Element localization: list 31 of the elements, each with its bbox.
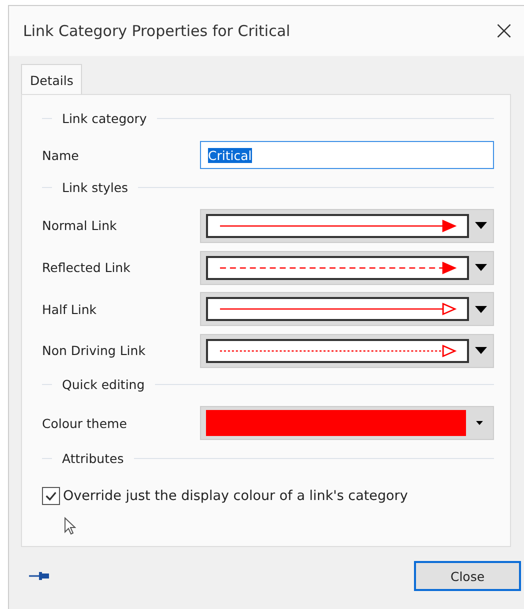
- link-style-dropdown[interactable]: [200, 250, 494, 285]
- field-label: Colour theme: [42, 416, 128, 431]
- section-heading: Attributes: [62, 450, 124, 466]
- caret-icon: [476, 421, 483, 426]
- name-field[interactable]: Critical: [200, 141, 494, 170]
- link-style-dropdown[interactable]: [200, 208, 494, 243]
- field-label: Half Link: [42, 302, 98, 317]
- close-button[interactable]: Close: [414, 561, 521, 591]
- caret-icon: [475, 264, 487, 272]
- section-heading: Link styles: [62, 180, 128, 196]
- field-label: Normal Link: [42, 218, 118, 234]
- checkbox-label[interactable]: Override just the display colour of a link's category: [63, 488, 408, 504]
- field-label: Name: [42, 148, 80, 163]
- window-title: Link Category Properties for Critical: [23, 22, 290, 40]
- field-label: Non Driving Link: [42, 343, 146, 358]
- checkbox[interactable]: [42, 487, 60, 506]
- mouse-pointer-icon: [64, 517, 76, 536]
- caret-icon: [475, 306, 487, 313]
- field-value: Critical: [208, 148, 252, 163]
- field-label: Reflected Link: [42, 260, 132, 276]
- caret-icon: [475, 222, 487, 230]
- colour-dropdown[interactable]: [200, 406, 494, 440]
- pin-icon[interactable]: [29, 571, 51, 581]
- section-heading: Link category: [62, 110, 147, 126]
- close-button[interactable]: ×: [484, 16, 524, 46]
- tab[interactable]: Details: [21, 64, 82, 94]
- checkmark-icon: [44, 489, 58, 504]
- link-style-dropdown[interactable]: [200, 334, 494, 368]
- section-heading: Quick editing: [62, 377, 145, 392]
- caret-icon: [475, 347, 487, 354]
- link-style-dropdown[interactable]: [200, 292, 494, 326]
